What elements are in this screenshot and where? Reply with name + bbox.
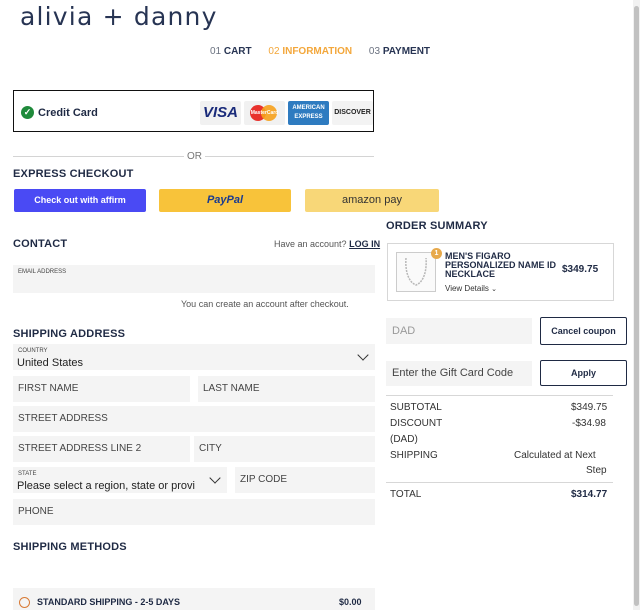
product-price: $349.75 — [562, 264, 599, 275]
check-circle-icon: ✓ — [21, 106, 34, 119]
visa-logo: VISA — [200, 101, 241, 125]
affirm-button[interactable]: Check out with affirm — [14, 189, 146, 212]
step-cart[interactable]: 01 CART — [210, 46, 252, 57]
country-label: COUNTRY — [18, 348, 48, 354]
step-information: 02 INFORMATION — [268, 46, 353, 57]
gift-card-input[interactable]: Enter the Gift Card Code — [386, 361, 532, 386]
product-name: MEN'S FIGARO PERSONALIZED NAME ID NECKLA… — [445, 251, 557, 279]
total-label: TOTAL — [390, 489, 422, 500]
radio-button[interactable] — [19, 597, 30, 608]
coupon-input[interactable]: DAD — [386, 318, 532, 344]
email-placeholder: EMAIL ADDRESS — [18, 269, 67, 275]
country-value: United States — [17, 357, 84, 369]
shipping-address-heading: SHIPPING ADDRESS — [13, 328, 126, 340]
state-select[interactable]: STATE Please select a region, state or p… — [13, 467, 227, 493]
credit-card-label: Credit Card — [38, 107, 98, 119]
express-checkout-heading: EXPRESS CHECKOUT — [13, 168, 134, 180]
discount-value: -$34.98 — [572, 418, 606, 429]
order-summary-heading: ORDER SUMMARY — [386, 220, 488, 232]
shipping-methods-heading: SHIPPING METHODS — [13, 541, 127, 553]
divider — [386, 482, 613, 483]
step-information-label: INFORMATION — [282, 46, 353, 57]
step-payment: 03 PAYMENT — [368, 46, 431, 57]
street-address-field[interactable]: STREET ADDRESS — [13, 406, 375, 432]
zip-code-field[interactable]: ZIP CODE — [235, 467, 375, 493]
total-value: $314.77 — [571, 489, 608, 500]
subtotal-value: $349.75 — [571, 402, 608, 413]
divider — [386, 395, 613, 396]
country-select[interactable]: COUNTRY United States — [13, 344, 375, 370]
chevron-down-icon: ⌄ — [491, 286, 497, 293]
quantity-badge: 1 — [431, 248, 442, 259]
mastercard-logo: MasterCard — [244, 101, 285, 125]
or-divider-text: OR — [184, 151, 205, 162]
subtotal-label: SUBTOTAL — [390, 402, 442, 413]
chevron-down-icon — [209, 472, 221, 484]
have-account-text: Have an account? LOG IN — [274, 239, 381, 249]
amex-logo: AMERICAN EXPRESS — [288, 101, 329, 125]
discover-logo: DISCOVER — [332, 101, 373, 125]
contact-heading: CONTACT — [13, 238, 68, 250]
view-details-link[interactable]: View Details ⌄ — [445, 284, 497, 293]
city-field[interactable]: CITY — [194, 436, 375, 462]
scrollbar-thumb[interactable] — [634, 6, 639, 606]
shipping-method-label: STANDARD SHIPPING - 2-5 DAYS — [37, 597, 181, 607]
street-address-2-field[interactable]: STREET ADDRESS LINE 2 — [13, 436, 190, 462]
first-name-field[interactable]: FIRST NAME — [13, 376, 190, 402]
checkout-steps: 01 CART 02 INFORMATION 03 PAYMENT — [0, 46, 640, 57]
paypal-button[interactable]: PayPal — [159, 189, 291, 212]
state-label: STATE — [18, 471, 37, 477]
discount-code: (DAD) — [390, 434, 418, 445]
credit-card-option[interactable]: ✓ Credit Card VISA MasterCard AMERICAN E… — [13, 90, 374, 132]
phone-field[interactable]: PHONE — [13, 499, 375, 525]
cancel-coupon-button[interactable]: Cancel coupon — [540, 317, 627, 345]
state-value: Please select a region, state or provi — [17, 480, 195, 492]
shipping-method-price: $0.00 — [339, 597, 362, 607]
product-thumbnail — [396, 252, 436, 292]
chevron-down-icon — [357, 349, 369, 361]
last-name-field[interactable]: LAST NAME — [198, 376, 375, 402]
shipping-value: Calculated at Next — [514, 450, 596, 461]
login-link[interactable]: LOG IN — [349, 239, 380, 249]
create-account-note: You can create an account after checkout… — [181, 299, 349, 309]
step-cart-label: CART — [223, 46, 252, 57]
brand-logo[interactable]: alivia + danny — [20, 2, 218, 31]
amazon-pay-button[interactable]: amazon pay — [305, 189, 439, 212]
discount-label: DISCOUNT — [390, 418, 443, 429]
step-payment-label: PAYMENT — [382, 46, 431, 57]
shipping-value-line-2: Step — [586, 465, 607, 476]
email-field[interactable]: EMAIL ADDRESS — [13, 265, 375, 293]
apply-gift-card-button[interactable]: Apply — [540, 360, 627, 386]
order-item: 1 MEN'S FIGARO PERSONALIZED NAME ID NECK… — [387, 243, 614, 301]
shipping-label: SHIPPING — [390, 450, 438, 461]
